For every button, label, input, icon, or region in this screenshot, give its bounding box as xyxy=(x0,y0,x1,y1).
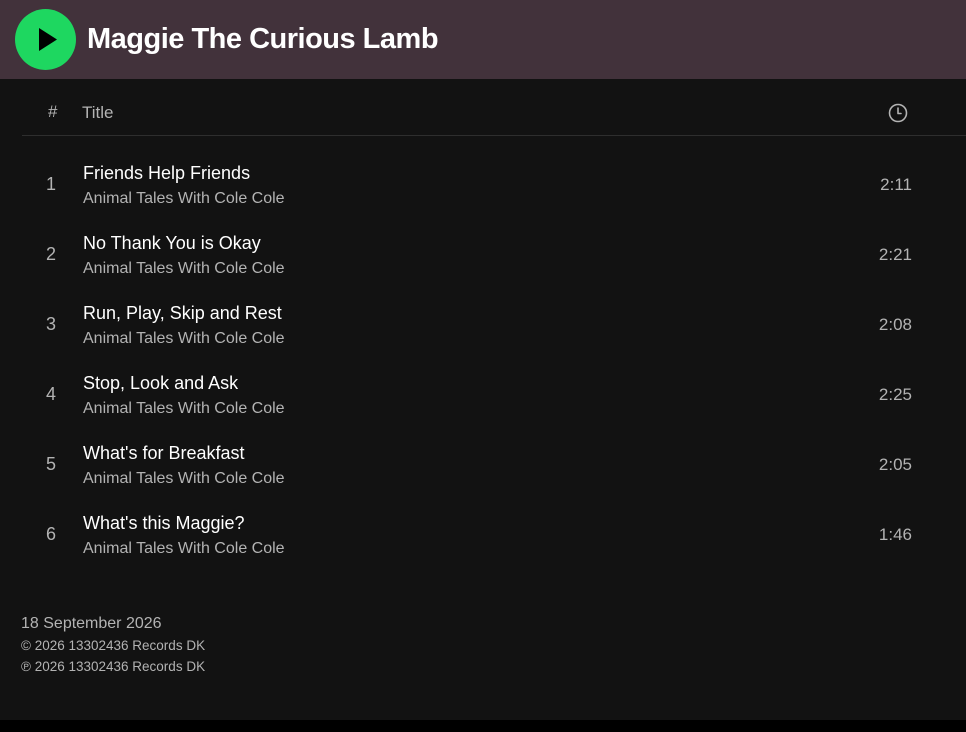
copyright-text: © 2026 13302436 Records DK xyxy=(21,638,206,653)
track-row[interactable]: 3 Run, Play, Skip and Rest Animal Tales … xyxy=(22,290,966,360)
track-row[interactable]: 1 Friends Help Friends Animal Tales With… xyxy=(22,150,966,220)
column-header-title: Title xyxy=(82,103,114,122)
release-date: 18 September 2026 xyxy=(21,615,162,632)
track-artist[interactable]: Animal Tales With Cole Cole xyxy=(83,330,285,348)
album-view: Maggie The Curious Lamb # Title 1 Friend… xyxy=(0,0,966,720)
track-number: 2 xyxy=(45,244,56,264)
track-number: 1 xyxy=(45,174,56,194)
track-duration: 2:08 xyxy=(878,315,912,334)
track-title[interactable]: No Thank You is Okay xyxy=(83,233,261,254)
track-title[interactable]: What's for Breakfast xyxy=(83,443,245,464)
column-header-number: # xyxy=(48,102,58,121)
track-row[interactable]: 6 What's this Maggie? Animal Tales With … xyxy=(22,500,966,570)
track-number: 5 xyxy=(45,454,56,474)
track-duration: 2:25 xyxy=(878,385,912,404)
track-number: 3 xyxy=(45,314,56,334)
track-artist[interactable]: Animal Tales With Cole Cole xyxy=(83,470,285,488)
track-artist[interactable]: Animal Tales With Cole Cole xyxy=(83,400,285,418)
track-artist[interactable]: Animal Tales With Cole Cole xyxy=(83,260,285,278)
track-artist[interactable]: Animal Tales With Cole Cole xyxy=(83,190,285,208)
track-duration: 2:05 xyxy=(878,455,912,474)
track-duration: 2:11 xyxy=(880,175,912,194)
play-icon xyxy=(39,28,57,51)
clock-icon xyxy=(888,103,908,123)
track-title[interactable]: Friends Help Friends xyxy=(83,163,250,184)
phonographic-copyright-text: ℗ 2026 13302436 Records DK xyxy=(21,659,206,674)
track-duration: 1:46 xyxy=(878,525,912,544)
album-title: Maggie The Curious Lamb xyxy=(87,23,439,55)
track-row[interactable]: 4 Stop, Look and Ask Animal Tales With C… xyxy=(22,360,966,430)
track-number: 6 xyxy=(45,524,56,544)
track-duration: 2:21 xyxy=(878,245,912,264)
track-title[interactable]: Run, Play, Skip and Rest xyxy=(83,303,282,324)
track-artist[interactable]: Animal Tales With Cole Cole xyxy=(83,540,285,558)
track-table-header: # Title xyxy=(22,95,966,136)
album-footer: 18 September 2026 © 2026 13302436 Record… xyxy=(21,613,205,677)
track-list: 1 Friends Help Friends Animal Tales With… xyxy=(22,150,966,570)
track-title[interactable]: Stop, Look and Ask xyxy=(83,373,238,394)
track-row[interactable]: 5 What's for Breakfast Animal Tales With… xyxy=(22,430,966,500)
track-row[interactable]: 2 No Thank You is Okay Animal Tales With… xyxy=(22,220,966,290)
track-number: 4 xyxy=(45,384,56,404)
track-title[interactable]: What's this Maggie? xyxy=(83,513,245,534)
play-button[interactable] xyxy=(15,9,76,70)
album-header: Maggie The Curious Lamb xyxy=(0,0,966,79)
